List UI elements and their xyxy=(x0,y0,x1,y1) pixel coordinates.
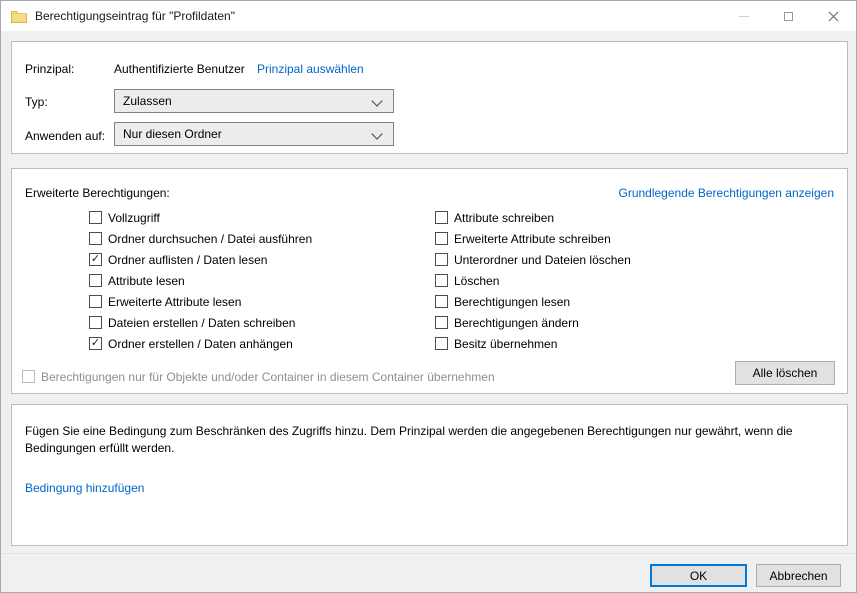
chevron-down-icon xyxy=(371,128,382,139)
permission-label: Ordner auflisten / Daten lesen xyxy=(108,253,267,267)
scope-checkbox-label: Berechtigungen nur für Objekte und/oder … xyxy=(41,370,495,384)
permission-label: Erweiterte Attribute lesen xyxy=(108,295,241,309)
caption-buttons xyxy=(721,1,856,31)
permissions-left-column: Vollzugriff Ordner durchsuchen / Datei au… xyxy=(89,207,312,354)
minimize-icon xyxy=(721,1,766,31)
checkbox-unchecked[interactable] xyxy=(89,316,102,329)
permission-row: Berechtigungen lesen xyxy=(435,291,631,312)
permissions-right-column: Attribute schreiben Erweiterte Attribute … xyxy=(435,207,631,354)
footer-divider xyxy=(1,553,856,554)
condition-description: Fügen Sie eine Bedingung zum Beschränken… xyxy=(25,423,825,457)
permission-row: Vollzugriff xyxy=(89,207,312,228)
permission-label: Berechtigungen lesen xyxy=(454,295,570,309)
scope-checkbox-row: Berechtigungen nur für Objekte und/oder … xyxy=(22,366,495,387)
cancel-button[interactable]: Abbrechen xyxy=(756,564,841,587)
applies-to-dropdown[interactable]: Nur diesen Ordner xyxy=(114,122,394,146)
principal-panel: Prinzipal: Authentifizierte Benutzer Pri… xyxy=(11,41,848,154)
checkbox-unchecked[interactable] xyxy=(435,232,448,245)
window-title: Berechtigungseintrag für "Profildaten" xyxy=(35,9,235,23)
permission-row: Berechtigungen ändern xyxy=(435,312,631,333)
permission-label: Ordner erstellen / Daten anhängen xyxy=(108,337,293,351)
permission-label: Unterordner und Dateien löschen xyxy=(454,253,631,267)
ok-button[interactable]: OK xyxy=(650,564,747,587)
permission-entry-dialog: Berechtigungseintrag für "Profildaten" P… xyxy=(0,0,857,593)
permission-row: Erweiterte Attribute schreiben xyxy=(435,228,631,249)
type-dropdown[interactable]: Zulassen xyxy=(114,89,394,113)
applies-to-dropdown-value: Nur diesen Ordner xyxy=(123,127,222,141)
principal-value: Authentifizierte Benutzer xyxy=(114,62,245,76)
principal-label: Prinzipal: xyxy=(25,62,74,76)
permission-label: Vollzugriff xyxy=(108,211,160,225)
permission-label: Ordner durchsuchen / Datei ausführen xyxy=(108,232,312,246)
show-basic-permissions-link[interactable]: Grundlegende Berechtigungen anzeigen xyxy=(618,186,834,200)
checkbox-unchecked[interactable] xyxy=(435,253,448,266)
type-label: Typ: xyxy=(25,95,48,109)
type-dropdown-value: Zulassen xyxy=(123,94,172,108)
folder-icon xyxy=(11,10,27,23)
maximize-icon xyxy=(766,1,811,31)
permission-label: Berechtigungen ändern xyxy=(454,316,579,330)
permissions-panel: Erweiterte Berechtigungen: Grundlegende … xyxy=(11,168,848,394)
permission-label: Erweiterte Attribute schreiben xyxy=(454,232,611,246)
close-icon[interactable] xyxy=(811,1,856,31)
checkbox-unchecked[interactable] xyxy=(435,316,448,329)
checkbox-unchecked[interactable] xyxy=(435,211,448,224)
permission-row: ✓ Ordner auflisten / Daten lesen xyxy=(89,249,312,270)
permission-row: Löschen xyxy=(435,270,631,291)
checkbox-unchecked[interactable] xyxy=(435,295,448,308)
checkbox-unchecked[interactable] xyxy=(89,232,102,245)
checkbox-unchecked[interactable] xyxy=(89,211,102,224)
permission-row: Dateien erstellen / Daten schreiben xyxy=(89,312,312,333)
permission-label: Dateien erstellen / Daten schreiben xyxy=(108,316,295,330)
select-principal-link[interactable]: Prinzipal auswählen xyxy=(257,62,364,76)
permission-row: Unterordner und Dateien löschen xyxy=(435,249,631,270)
chevron-down-icon xyxy=(371,95,382,106)
permission-row: Attribute lesen xyxy=(89,270,312,291)
permission-label: Attribute lesen xyxy=(108,274,185,288)
clear-all-button[interactable]: Alle löschen xyxy=(735,361,835,385)
checkbox-unchecked xyxy=(22,370,35,383)
permissions-heading: Erweiterte Berechtigungen: xyxy=(25,186,170,200)
checkbox-unchecked[interactable] xyxy=(89,274,102,287)
permission-label: Besitz übernehmen xyxy=(454,337,557,351)
permission-row: Ordner durchsuchen / Datei ausführen xyxy=(89,228,312,249)
checkbox-unchecked[interactable] xyxy=(435,337,448,350)
applies-to-label: Anwenden auf: xyxy=(25,129,105,143)
checkbox-checked[interactable]: ✓ xyxy=(89,337,102,350)
checkbox-unchecked[interactable] xyxy=(435,274,448,287)
checkbox-checked[interactable]: ✓ xyxy=(89,253,102,266)
checkbox-unchecked[interactable] xyxy=(89,295,102,308)
permission-row: ✓ Ordner erstellen / Daten anhängen xyxy=(89,333,312,354)
permission-row: Attribute schreiben xyxy=(435,207,631,228)
permission-label: Löschen xyxy=(454,274,499,288)
title-bar: Berechtigungseintrag für "Profildaten" xyxy=(1,1,856,31)
permission-label: Attribute schreiben xyxy=(454,211,554,225)
permission-row: Besitz übernehmen xyxy=(435,333,631,354)
permission-row: Erweiterte Attribute lesen xyxy=(89,291,312,312)
condition-panel: Fügen Sie eine Bedingung zum Beschränken… xyxy=(11,404,848,546)
add-condition-link[interactable]: Bedingung hinzufügen xyxy=(25,481,144,495)
